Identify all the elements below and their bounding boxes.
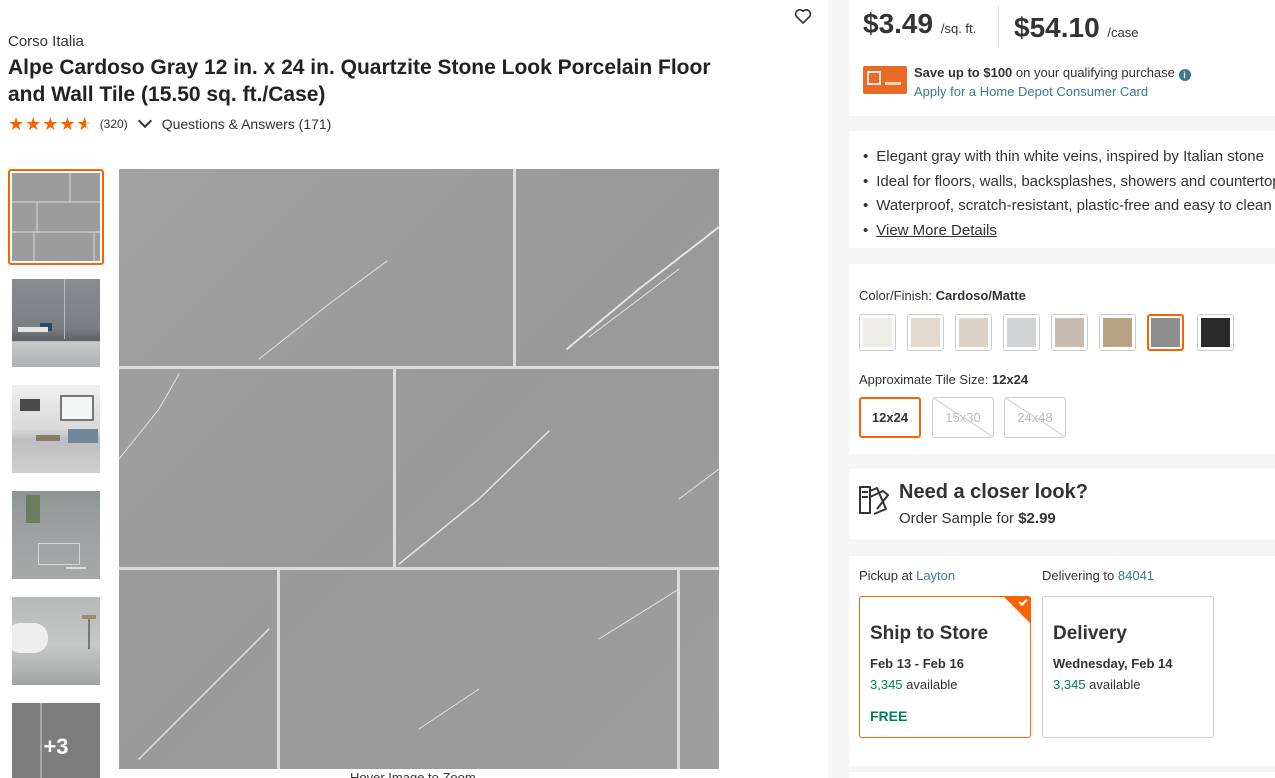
- size-option-24x48[interactable]: 24x48: [1004, 397, 1066, 438]
- rating-row: ★★★★★ (320) Questions & Answers (171): [8, 113, 332, 134]
- ship-to-store-option[interactable]: Ship to Store Feb 13 - Feb 16 3,345 avai…: [859, 596, 1031, 738]
- swatch-light-gray[interactable]: [1003, 314, 1040, 351]
- ship-to-store-title: Ship to Store: [870, 623, 989, 644]
- thumbnail-4[interactable]: [8, 487, 104, 583]
- delivery-availability: 3,345 available: [1053, 677, 1141, 692]
- delivery-title: Delivery: [1053, 623, 1127, 644]
- delivery-option[interactable]: Delivery Wednesday, Feb 14 3,345 availab…: [1042, 596, 1214, 738]
- swatch-tan[interactable]: [1099, 314, 1136, 351]
- view-more-details-link[interactable]: View More Details: [876, 222, 997, 239]
- heart-icon[interactable]: [793, 6, 813, 26]
- delivery-location: Delivering to 84041: [1042, 568, 1155, 583]
- size-option-12x24[interactable]: 12x24: [859, 397, 921, 438]
- brand-name[interactable]: Corso Italia: [8, 33, 84, 50]
- review-count[interactable]: (320): [100, 117, 128, 131]
- sample-card[interactable]: Need a closer look? Order Sample for $2.…: [849, 469, 1275, 539]
- pickup-location: Pickup at Layton: [859, 568, 956, 583]
- credit-offer: Save up to $100 on your qualifying purch…: [914, 63, 1191, 101]
- ship-to-store-availability: 3,345 available: [870, 677, 958, 692]
- more-images-count: +3: [43, 734, 69, 759]
- highlight-item: Waterproof, scratch-resistant, plastic-f…: [863, 194, 1275, 219]
- thumbnail-5[interactable]: [8, 593, 104, 689]
- product-page: Corso Italia Alpe Cardoso Gray 12 in. x …: [0, 0, 1275, 778]
- store-link[interactable]: Layton: [916, 568, 955, 583]
- color-finish-label: Color/Finish: Cardoso/Matte: [859, 288, 1026, 303]
- swatch-black[interactable]: [1197, 314, 1234, 351]
- credit-card-icon: [863, 66, 907, 94]
- swatch-beige[interactable]: [955, 314, 992, 351]
- highlight-item: Elegant gray with thin white veins, insp…: [863, 145, 1275, 170]
- highlight-item: Ideal for floors, walls, backsplashes, s…: [863, 170, 1275, 195]
- next-card: [849, 772, 1275, 778]
- sample-price[interactable]: Order Sample for $2.99: [899, 510, 1056, 527]
- apply-card-link[interactable]: Apply for a Home Depot Consumer Card: [914, 84, 1148, 99]
- ship-to-store-date: Feb 13 - Feb 16: [870, 656, 964, 671]
- swatch-taupe[interactable]: [1051, 314, 1088, 351]
- highlights-card: Elegant gray with thin white veins, insp…: [849, 131, 1275, 248]
- thumbnail-more[interactable]: +3: [8, 699, 104, 778]
- chevron-down-icon[interactable]: [137, 113, 152, 129]
- tile-sample-icon: [859, 486, 889, 515]
- zip-link[interactable]: 84041: [1118, 568, 1154, 583]
- tile-size-label: Approximate Tile Size: 12x24: [859, 372, 1029, 387]
- swatch-white[interactable]: [859, 314, 896, 351]
- thumbnail-1[interactable]: [8, 169, 104, 265]
- swatch-gray-selected[interactable]: [1147, 314, 1184, 351]
- info-icon[interactable]: i: [1178, 69, 1191, 81]
- thumbnail-2[interactable]: [8, 275, 104, 371]
- highlight-list: Elegant gray with thin white veins, insp…: [863, 145, 1275, 243]
- price-divider: [998, 6, 999, 48]
- swatch-cream[interactable]: [907, 314, 944, 351]
- half-star-icon: ★: [77, 115, 94, 133]
- star-rating[interactable]: ★★★★★: [8, 115, 94, 133]
- questions-answers-link[interactable]: Questions & Answers (171): [162, 116, 332, 132]
- fulfillment-card: Pickup at Layton Delivering to 84041 Shi…: [849, 556, 1275, 766]
- thumbnail-3[interactable]: [8, 381, 104, 477]
- product-title: Alpe Cardoso Gray 12 in. x 24 in. Quartz…: [8, 56, 711, 106]
- price-per-unit: $3.49 /sq. ft.: [863, 8, 977, 39]
- main-product-image[interactable]: [119, 169, 719, 769]
- zoom-caption: Hover Image to Zoom: [350, 770, 476, 778]
- ship-to-store-cost: FREE: [870, 708, 908, 724]
- variants-card: Color/Finish: Cardoso/Matte Approximate …: [849, 264, 1275, 454]
- size-option-15x30[interactable]: 15x30: [932, 397, 994, 438]
- delivery-date: Wednesday, Feb 14: [1053, 656, 1173, 671]
- price-per-case: $54.10 /case: [1014, 12, 1139, 43]
- price-card: $3.49 /sq. ft. $54.10 /case Save up to $…: [849, 0, 1275, 116]
- sample-title: Need a closer look?: [899, 481, 1088, 503]
